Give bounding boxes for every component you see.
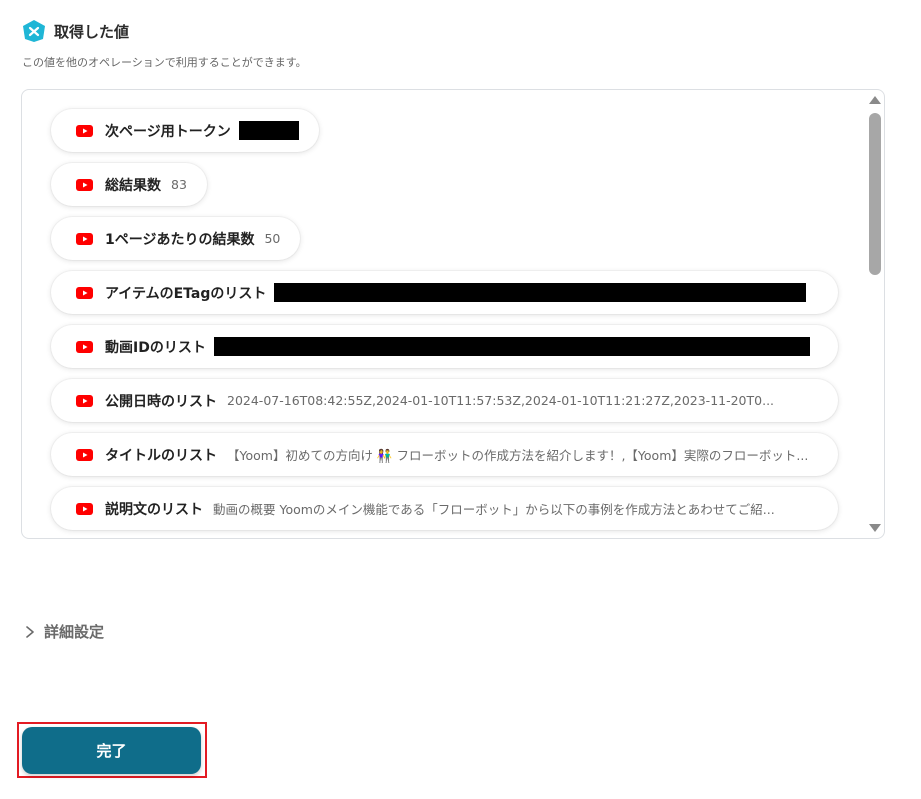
value-item-label: 次ページ用トークン [105, 123, 231, 140]
youtube-icon [76, 178, 93, 191]
chevron-right-icon [26, 625, 34, 638]
value-item[interactable]: タイトルのリスト 【Yoom】初めての方向け 👫 フローボットの作成方法を紹介し… [51, 433, 838, 476]
value-item-label: アイテムのETagのリスト [105, 285, 267, 302]
advanced-settings-toggle[interactable]: 詳細設定 [24, 621, 104, 642]
value-item-value: 動画の概要 Yoomのメイン機能である「フローボット」から以下の事例を作成方法と… [213, 502, 775, 517]
value-item[interactable]: 1ページあたりの結果数 50 [51, 217, 301, 260]
value-item[interactable]: アイテムのETagのリスト [51, 271, 838, 314]
value-item-label: 総結果数 [105, 177, 161, 194]
section-header: 取得した値 [22, 20, 129, 42]
value-item[interactable]: 総結果数 83 [51, 163, 207, 206]
value-item-value: 83 [171, 177, 187, 192]
value-item[interactable]: 公開日時のリスト 2024-07-16T08:42:55Z,2024-01-10… [51, 379, 838, 422]
youtube-icon [76, 394, 93, 407]
values-list-panel[interactable]: 次ページ用トークン 総結果数 83 1ページあたりの結果数 50 アイテムのET… [21, 89, 885, 539]
youtube-icon [76, 502, 93, 515]
value-item-value: 【Yoom】初めての方向け 👫 フローボットの作成方法を紹介します！,【Yoom… [227, 448, 809, 463]
done-button[interactable]: 完了 [22, 727, 201, 774]
value-item-value: 50 [264, 231, 281, 246]
scroll-up-arrow-icon[interactable] [869, 96, 881, 104]
value-item[interactable]: 動画IDのリスト [51, 325, 838, 368]
section-title: 取得した値 [54, 22, 130, 41]
youtube-icon [76, 232, 93, 245]
yoom-logo-icon [23, 20, 45, 42]
scroll-down-arrow-icon[interactable] [869, 524, 881, 532]
value-item-label: 公開日時のリスト [105, 393, 217, 410]
value-item[interactable]: 次ページ用トークン [51, 109, 319, 152]
value-item-label: 動画IDのリスト [105, 339, 206, 356]
redacted-value [274, 283, 807, 302]
youtube-icon [76, 448, 93, 461]
redacted-value [213, 337, 810, 356]
advanced-settings-label: 詳細設定 [44, 623, 105, 641]
youtube-icon [76, 286, 93, 299]
value-item-label: 1ページあたりの結果数 [105, 231, 255, 248]
redacted-value [238, 121, 299, 140]
value-item-value: 2024-07-16T08:42:55Z,2024-01-10T11:57:53… [227, 393, 775, 408]
youtube-icon [76, 124, 93, 137]
youtube-icon [76, 340, 93, 353]
value-item-label: 説明文のリスト [105, 501, 203, 518]
value-item[interactable]: 説明文のリスト 動画の概要 Yoomのメイン機能である「フローボット」から以下の… [51, 487, 838, 530]
scrollbar-thumb[interactable] [869, 113, 881, 275]
value-item-label: タイトルのリスト [105, 447, 217, 464]
section-subtitle: この値を他のオペレーションで利用することができます。 [22, 56, 307, 69]
